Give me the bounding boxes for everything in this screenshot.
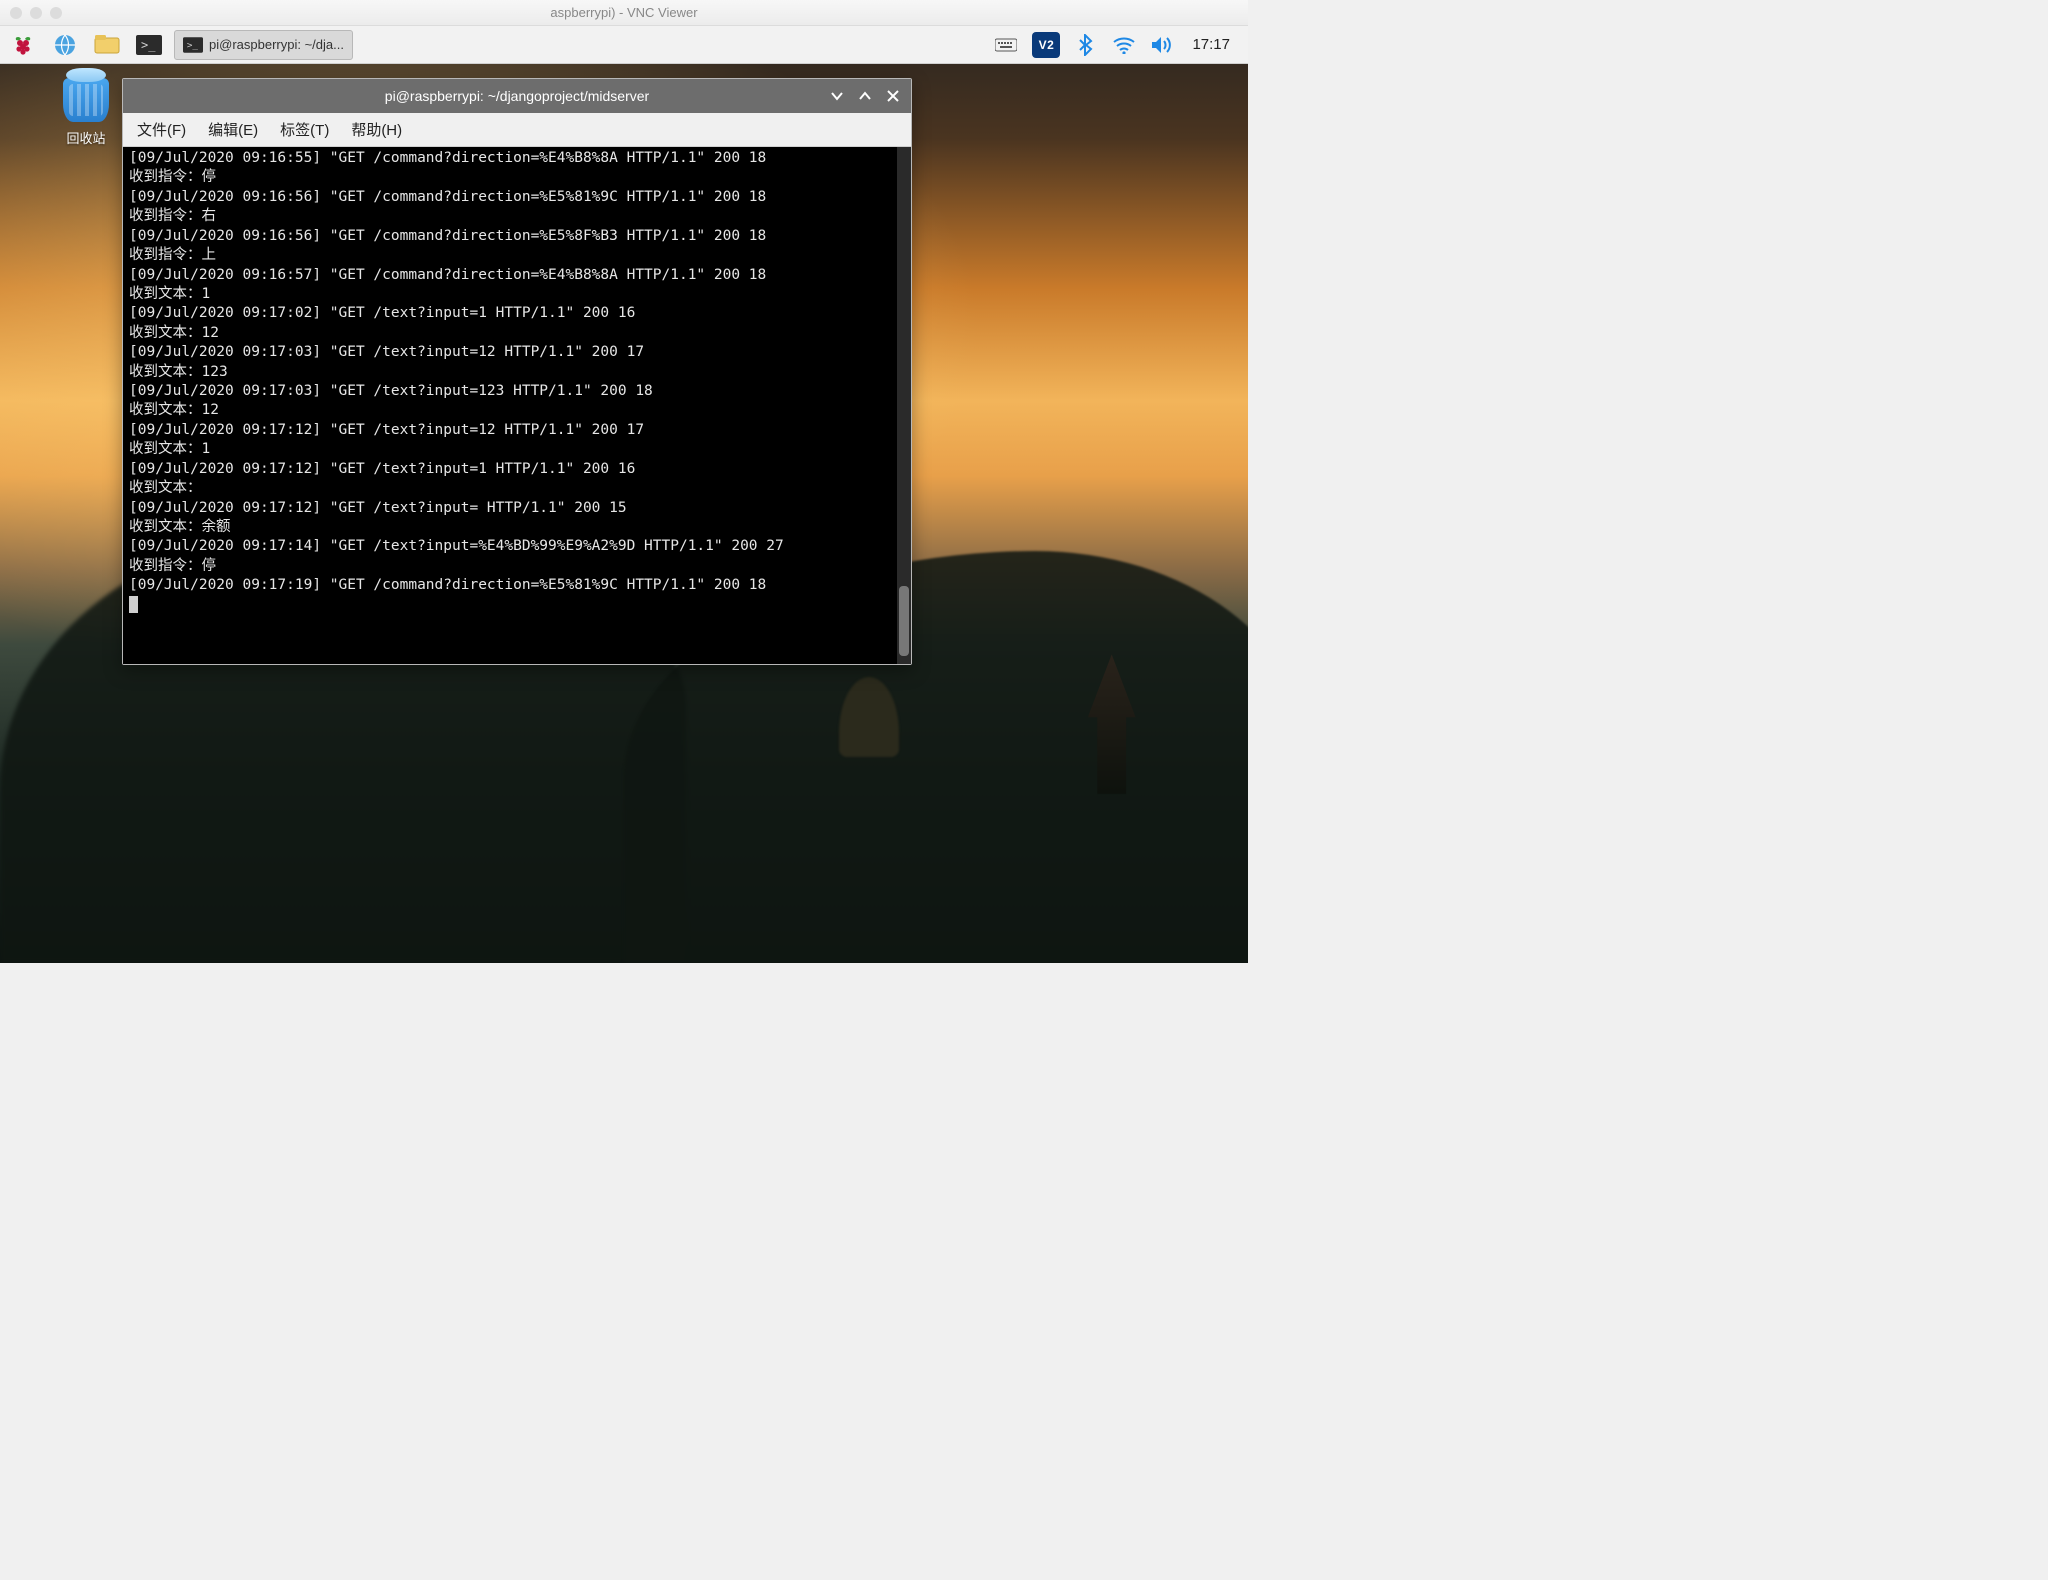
minimize-dot[interactable] xyxy=(30,7,42,19)
web-browser-icon[interactable] xyxy=(48,30,82,60)
terminal-body[interactable]: [09/Jul/2020 09:16:55] "GET /command?dir… xyxy=(123,147,911,664)
terminal-window: pi@raspberrypi: ~/djangoproject/midserve… xyxy=(122,78,912,665)
scrollbar-thumb[interactable] xyxy=(899,586,909,656)
menu-tabs[interactable]: 标签(T) xyxy=(280,119,329,140)
keyboard-icon[interactable] xyxy=(994,30,1018,60)
svg-text:>_: >_ xyxy=(187,40,199,51)
trash-icon xyxy=(63,78,109,122)
menu-file[interactable]: 文件(F) xyxy=(137,119,186,140)
menu-help[interactable]: 帮助(H) xyxy=(351,119,402,140)
desktop-icon-recycle-bin[interactable]: 回收站 xyxy=(48,78,124,147)
close-button[interactable] xyxy=(881,84,905,108)
tray: V2 17:17 xyxy=(994,30,1242,60)
vnc-badge-label: V2 xyxy=(1032,32,1060,58)
clock[interactable]: 17:17 xyxy=(1188,36,1234,53)
maximize-button[interactable] xyxy=(853,84,877,108)
raspberry-menu-icon[interactable] xyxy=(6,30,40,60)
taskbar-entry-label: pi@raspberrypi: ~/dja... xyxy=(209,37,344,52)
vnc-tray-icon[interactable]: V2 xyxy=(1032,30,1060,60)
desktop-icon-label: 回收站 xyxy=(48,128,124,147)
terminal-output: [09/Jul/2020 09:16:55] "GET /command?dir… xyxy=(129,149,903,596)
minimize-button[interactable] xyxy=(825,84,849,108)
sound-icon[interactable] xyxy=(1150,30,1174,60)
scrollbar[interactable] xyxy=(897,147,911,664)
svg-text:>_: >_ xyxy=(141,38,156,52)
terminal-icon: >_ xyxy=(183,37,203,53)
wifi-icon[interactable] xyxy=(1112,30,1136,60)
host-window-title: aspberrypi) - VNC Viewer xyxy=(0,5,1248,20)
terminal-menubar: 文件(F) 编辑(E) 标签(T) 帮助(H) xyxy=(123,113,911,147)
zoom-dot[interactable] xyxy=(50,7,62,19)
traffic-lights xyxy=(10,7,62,19)
terminal-icon[interactable]: >_ xyxy=(132,30,166,60)
close-dot[interactable] xyxy=(10,7,22,19)
menu-edit[interactable]: 编辑(E) xyxy=(208,119,258,140)
terminal-titlebar[interactable]: pi@raspberrypi: ~/djangoproject/midserve… xyxy=(123,79,911,113)
host-titlebar: aspberrypi) - VNC Viewer xyxy=(0,0,1248,26)
cursor-icon xyxy=(129,596,138,613)
terminal-title: pi@raspberrypi: ~/djangoproject/midserve… xyxy=(131,88,903,104)
remote-desktop: >_ >_ pi@raspberrypi: ~/dja... V2 17:17 xyxy=(0,26,1248,963)
file-manager-icon[interactable] xyxy=(90,30,124,60)
bluetooth-icon[interactable] xyxy=(1074,30,1098,60)
taskbar-entry-terminal[interactable]: >_ pi@raspberrypi: ~/dja... xyxy=(174,30,353,60)
taskbar: >_ >_ pi@raspberrypi: ~/dja... V2 17:17 xyxy=(0,26,1248,64)
